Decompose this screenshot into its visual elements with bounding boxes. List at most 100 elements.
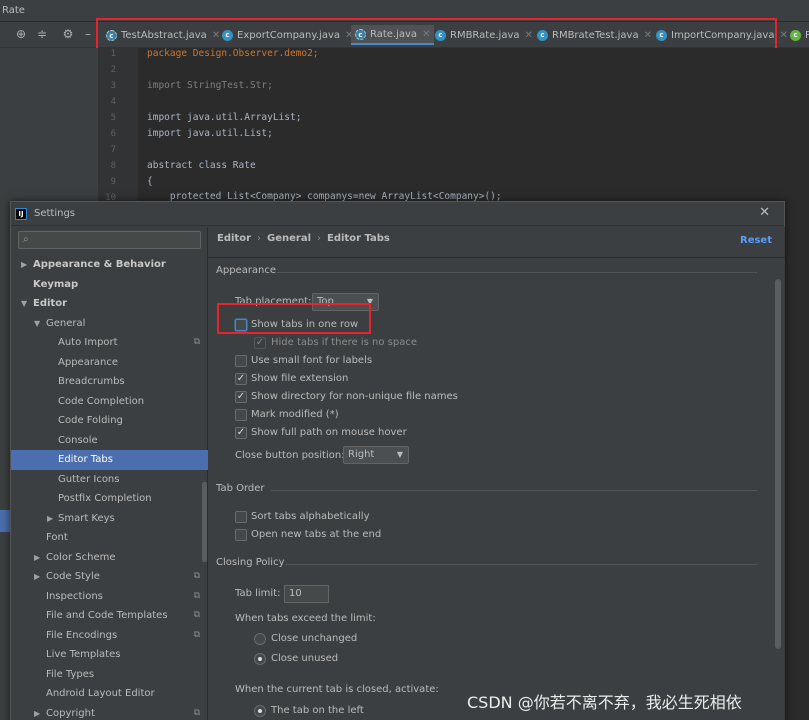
close-unused-radio[interactable] [254, 653, 266, 665]
tree-scrollbar[interactable] [202, 482, 207, 562]
divider [285, 564, 757, 565]
tree-item-postfix-completion[interactable]: Postfix Completion [11, 489, 208, 509]
search-icon: ⌕ [23, 234, 29, 245]
dialog-titlebar: IJ Settings ✕ [11, 202, 784, 226]
tree-item-code-style[interactable]: ▶ Code Style ⧉ [11, 567, 208, 587]
tree-item-general[interactable]: ▼ General [11, 314, 208, 334]
tree-item-editor-tabs[interactable]: Editor Tabs [11, 450, 208, 470]
line-number: 3 [110, 81, 116, 91]
tab-limit-input[interactable]: 10 [284, 585, 329, 603]
tab-p[interactable]: c P [786, 25, 809, 45]
minimize-icon[interactable]: – [80, 26, 96, 42]
sort-alphabetically-checkbox[interactable] [235, 511, 247, 523]
hide-tabs-no-space-checkbox[interactable]: ✓ [254, 337, 266, 349]
tree-item-code-folding[interactable]: Code Folding [11, 411, 208, 431]
open-at-end-checkbox[interactable] [235, 529, 247, 541]
small-font-checkbox[interactable] [235, 355, 247, 367]
tree-item-appearance[interactable]: Appearance [11, 353, 208, 373]
project-scope-icon: ⧉ [193, 590, 200, 601]
tree-label: Code Style [46, 571, 100, 582]
chevron-down-icon: ▼ [396, 450, 403, 459]
tree-label: Code Completion [58, 395, 145, 407]
tree-item-file-types[interactable]: File Types [11, 665, 208, 685]
project-scope-icon: ⧉ [193, 629, 200, 640]
code-line: package Design.Observer.demo2; [147, 48, 319, 59]
chevron-right-icon[interactable]: ▶ [34, 548, 40, 568]
chevron-right-icon[interactable]: ▶ [34, 567, 40, 587]
close-unchanged-label: Close unchanged [271, 633, 358, 644]
full-path-hover-label: Show full path on mouse hover [251, 427, 407, 438]
ide-window-title: Rate [2, 5, 25, 16]
tree-item-auto-import[interactable]: Auto Import ⧉ [11, 333, 208, 353]
chevron-right-icon[interactable]: ▶ [47, 509, 53, 529]
tree-label: Editor Tabs [58, 454, 113, 465]
tree-label: Editor [33, 298, 67, 309]
close-unchanged-radio[interactable] [254, 633, 266, 645]
collapse-icon[interactable]: ≑ [34, 26, 50, 42]
code-line: abstract class Rate [147, 160, 256, 171]
tree-label: Appearance [58, 356, 119, 368]
tree-item-smart-keys[interactable]: ▶ Smart Keys [11, 509, 208, 529]
tree-item-copyright[interactable]: ▶ Copyright ⧉ [11, 704, 208, 720]
line-number: 2 [110, 65, 116, 75]
small-font-label: Use small font for labels [251, 355, 373, 366]
tree-item-font[interactable]: Font [11, 528, 208, 548]
line-number: 6 [110, 129, 116, 139]
exceed-limit-label: When tabs exceed the limit: [235, 613, 376, 624]
divider [271, 490, 757, 491]
tree-label: Font [46, 532, 68, 543]
target-icon[interactable]: ⊕ [13, 26, 29, 42]
tree-label: Keymap [33, 278, 79, 290]
tree-item-console[interactable]: Console [11, 431, 208, 451]
content-scrollbar[interactable] [775, 279, 781, 649]
directory-non-unique-checkbox[interactable]: ✓ [235, 391, 247, 403]
tree-item-editor[interactable]: ▼ Editor [11, 294, 208, 314]
tree-item-appearance-behavior[interactable]: ▶ Appearance & Behavior [11, 255, 208, 275]
hide-tabs-no-space-label: Hide tabs if there is no space [271, 337, 418, 348]
tree-label: Smart Keys [58, 512, 115, 524]
tree-item-keymap[interactable]: Keymap [11, 275, 208, 295]
line-number: 1 [110, 49, 116, 59]
tree-item-live-templates[interactable]: Live Templates [11, 645, 208, 665]
project-scope-icon: ⧉ [193, 337, 200, 347]
tree-label: File Encodings [46, 629, 118, 641]
reset-link[interactable]: Reset [740, 235, 772, 246]
mark-modified-checkbox[interactable] [235, 409, 247, 421]
chevron-down-icon[interactable]: ▼ [34, 314, 40, 334]
tree-item-file-encodings[interactable]: File Encodings ⧉ [11, 626, 208, 646]
tree-label: File Types [46, 668, 95, 680]
breadcrumb-separator: › [317, 233, 321, 244]
close-icon[interactable]: ✕ [759, 205, 770, 220]
line-number: 7 [110, 145, 116, 155]
divider [208, 257, 785, 258]
tree-item-color-scheme[interactable]: ▶ Color Scheme [11, 548, 208, 568]
file-extension-checkbox[interactable]: ✓ [235, 373, 247, 385]
tree-label: Breadcrumbs [58, 376, 125, 387]
tree-item-gutter-icons[interactable]: Gutter Icons [11, 470, 208, 490]
code-line: import java.util.ArrayList; [147, 112, 302, 123]
full-path-hover-checkbox[interactable]: ✓ [235, 427, 247, 439]
chevron-down-icon[interactable]: ▼ [21, 294, 27, 314]
code-line: import java.util.List; [147, 128, 273, 139]
line-number: 8 [110, 161, 116, 171]
gear-icon[interactable]: ⚙ [60, 26, 76, 42]
breadcrumb-item: General [267, 233, 311, 244]
ide-side-panel [0, 532, 10, 720]
closed-activate-label: When the current tab is closed, activate… [235, 684, 439, 695]
tree-item-inspections[interactable]: Inspections ⧉ [11, 587, 208, 607]
mark-modified-label: Mark modified (*) [251, 409, 339, 420]
tree-label: Postfix Completion [58, 493, 152, 504]
settings-search-input[interactable]: ⌕ [18, 231, 201, 249]
tree-item-file-code-templates[interactable]: File and Code Templates ⧉ [11, 606, 208, 626]
select-value: Right [348, 449, 375, 460]
chevron-right-icon[interactable]: ▶ [34, 704, 40, 720]
sort-alphabetically-label: Sort tabs alphabetically [251, 511, 370, 522]
tab-on-left-radio[interactable] [254, 705, 266, 717]
tree-item-android-layout-editor[interactable]: Android Layout Editor [11, 684, 208, 704]
chevron-right-icon[interactable]: ▶ [21, 255, 27, 275]
tree-item-code-completion[interactable]: Code Completion [11, 392, 208, 412]
tree-item-breadcrumbs[interactable]: Breadcrumbs [11, 372, 208, 392]
package-icon: c [790, 29, 801, 41]
close-button-position-select[interactable]: Right ▼ [343, 446, 409, 464]
watermark-text: CSDN @你若不离不弃，我必生死相依 [467, 693, 742, 712]
